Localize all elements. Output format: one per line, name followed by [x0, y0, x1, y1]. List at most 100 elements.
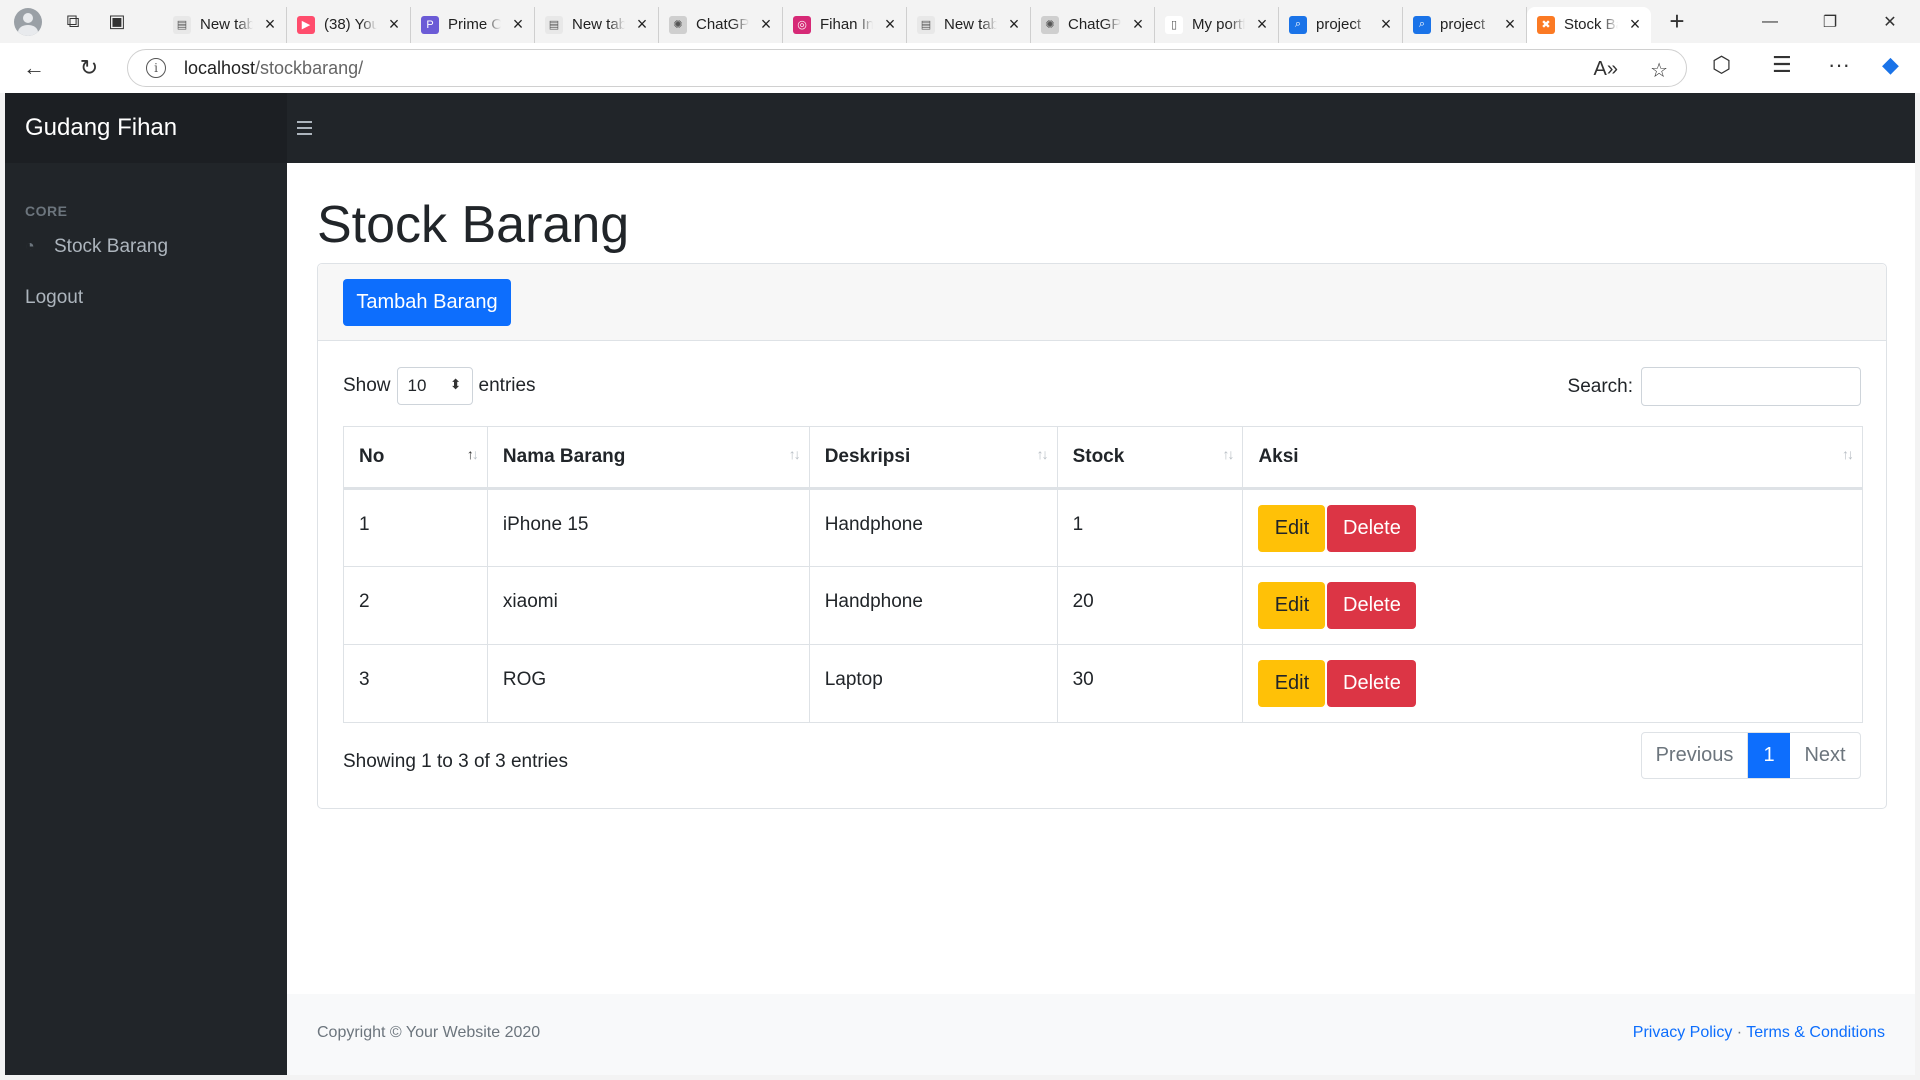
- url-bar[interactable]: i localhost/stockbarang/ A» ☆: [127, 49, 1687, 87]
- footer: Copyright © Your Website 2020 Privacy Po…: [287, 994, 1915, 1075]
- cell-aksi: Edit Delete: [1242, 644, 1863, 723]
- cell-deskripsi: Laptop: [808, 644, 1058, 723]
- close-tab-icon[interactable]: ×: [634, 14, 650, 35]
- stock-card: Tambah Barang Show 10 entries Search: No…: [317, 263, 1887, 809]
- favorite-star-icon[interactable]: ☆: [1650, 58, 1668, 83]
- browser-tab[interactable]: ▯ My portfolio ×: [1155, 6, 1279, 43]
- favorites-icon[interactable]: ☰: [1772, 52, 1792, 78]
- column-header-label: Aksi: [1258, 446, 1299, 467]
- browser-tab[interactable]: ✖ Stock Barang ×: [1527, 6, 1651, 43]
- close-tab-icon[interactable]: ×: [758, 14, 774, 35]
- previous-page-button[interactable]: Previous: [1642, 733, 1748, 778]
- sidebar: CORE ◔ Stock Barang Logout: [5, 163, 287, 1075]
- browser-tab[interactable]: ▤ New tab ×: [163, 6, 287, 43]
- column-header-deskripsi[interactable]: Deskripsi ↑↓: [808, 426, 1058, 490]
- cell-nama-barang: ROG: [486, 644, 810, 723]
- search-icon: ⌕: [1289, 15, 1307, 34]
- edit-button[interactable]: Edit: [1258, 505, 1326, 552]
- browser-tab[interactable]: ◎ Fihan Instagram ×: [783, 6, 907, 43]
- cell-stock: 1: [1056, 488, 1244, 567]
- column-header-label: Deskripsi: [824, 446, 911, 467]
- browser-tab[interactable]: ⌕ project ×: [1279, 6, 1403, 43]
- close-tab-icon[interactable]: ×: [262, 14, 278, 35]
- cell-stock: 30: [1056, 644, 1244, 723]
- add-item-button[interactable]: Tambah Barang: [343, 279, 511, 326]
- site-info-icon[interactable]: i: [146, 58, 166, 78]
- main-content: Stock Barang Tambah Barang Show 10 entri…: [287, 163, 1915, 1075]
- prime-icon: P: [421, 15, 439, 34]
- workspaces-icon[interactable]: ⧉: [60, 9, 86, 35]
- close-tab-icon[interactable]: ×: [1006, 14, 1022, 35]
- more-menu-icon[interactable]: ···: [1828, 52, 1850, 78]
- column-header-nama-barang[interactable]: Nama Barang ↑↓: [486, 426, 810, 490]
- edit-button[interactable]: Edit: [1258, 582, 1326, 629]
- profile-avatar-icon[interactable]: [14, 7, 42, 36]
- close-tab-icon[interactable]: ×: [1502, 14, 1518, 35]
- back-icon[interactable]: ←: [14, 48, 54, 88]
- entries-select-value: 10: [407, 376, 427, 395]
- entries-select[interactable]: 10: [396, 367, 473, 405]
- table-info: Showing 1 to 3 of 3 entries: [343, 751, 568, 772]
- new-tab-button[interactable]: +: [1657, 4, 1697, 40]
- browser-tab[interactable]: ▤ New tab ×: [907, 6, 1031, 43]
- close-tab-icon[interactable]: ×: [510, 14, 526, 35]
- pagination: Previous 1 Next: [1641, 732, 1861, 779]
- column-header-aksi[interactable]: Aksi ↑↓: [1242, 426, 1863, 490]
- entries-length-control: Show 10 entries: [343, 367, 536, 405]
- minimize-icon[interactable]: —: [1740, 0, 1800, 43]
- close-tab-icon[interactable]: ×: [1627, 14, 1643, 35]
- terms-link[interactable]: Terms & Conditions: [1746, 1024, 1885, 1041]
- tab-title: Fihan Instagram: [820, 16, 873, 33]
- refresh-icon[interactable]: ↻: [69, 48, 109, 88]
- copilot-icon[interactable]: ◆: [1882, 52, 1899, 78]
- close-tab-icon[interactable]: ×: [882, 14, 898, 35]
- close-tab-icon[interactable]: ×: [386, 14, 402, 35]
- stock-table: No ↑↓ Nama Barang ↑↓ Deskripsi ↑↓ Stock ↑↓ A…: [343, 426, 1863, 723]
- read-aloud-icon[interactable]: A»: [1594, 58, 1618, 81]
- column-header-label: Stock: [1072, 446, 1125, 467]
- extensions-icon[interactable]: ⬡: [1712, 52, 1731, 78]
- delete-button[interactable]: Delete: [1327, 660, 1417, 707]
- search-input[interactable]: [1641, 367, 1861, 406]
- sort-icon: ↑↓: [466, 446, 479, 462]
- column-header-no[interactable]: No ↑↓: [343, 426, 488, 490]
- cell-nama-barang: xiaomi: [486, 566, 810, 645]
- edit-button[interactable]: Edit: [1258, 660, 1326, 707]
- tab-title: ChatGPT: [696, 16, 749, 33]
- close-tab-icon[interactable]: ×: [1378, 14, 1394, 35]
- browser-tab[interactable]: ▤ New tab ×: [535, 6, 659, 43]
- page-icon: ▤: [173, 15, 191, 34]
- close-window-icon[interactable]: ✕: [1860, 0, 1920, 43]
- page-1-button[interactable]: 1: [1748, 733, 1790, 778]
- browser-tab[interactable]: P Prime Opinion ×: [411, 6, 535, 43]
- tab-actions-icon[interactable]: ▣: [104, 9, 130, 35]
- tab-title: Stock Barang: [1564, 16, 1618, 33]
- browser-tab[interactable]: ✺ ChatGPT ×: [1031, 6, 1155, 43]
- restore-icon[interactable]: ❐: [1800, 0, 1860, 43]
- table-header-row: No ↑↓ Nama Barang ↑↓ Deskripsi ↑↓ Stock ↑↓ A…: [343, 426, 1863, 490]
- sidebar-item-logout[interactable]: Logout: [25, 287, 83, 309]
- browser-tab[interactable]: ▶ (38) YouTube ×: [287, 6, 411, 43]
- delete-button[interactable]: Delete: [1327, 582, 1417, 629]
- brand-title[interactable]: Gudang Fihan: [5, 93, 287, 163]
- browser-tab[interactable]: ⌕ project ×: [1403, 6, 1527, 43]
- sidebar-toggle-icon[interactable]: [297, 113, 327, 143]
- delete-button[interactable]: Delete: [1327, 505, 1417, 552]
- close-tab-icon[interactable]: ×: [1254, 14, 1270, 35]
- privacy-policy-link[interactable]: Privacy Policy: [1633, 1024, 1733, 1041]
- browser-tab[interactable]: ✺ ChatGPT ×: [659, 6, 783, 43]
- card-header: Tambah Barang: [318, 264, 1886, 341]
- sidebar-item-label: Stock Barang: [54, 236, 169, 257]
- page-title: Stock Barang: [317, 196, 630, 254]
- column-header-stock[interactable]: Stock ↑↓: [1056, 426, 1244, 490]
- instagram-icon: ◎: [793, 15, 811, 34]
- page-icon: ▤: [917, 15, 935, 34]
- next-page-button[interactable]: Next: [1790, 733, 1860, 778]
- sort-icon: ↑↓: [1222, 446, 1234, 462]
- url-host: localhost: [184, 57, 256, 78]
- app-window: Gudang Fihan CORE ◔ Stock Barang Logout …: [5, 93, 1915, 1075]
- sidebar-item-stock-barang[interactable]: ◔ Stock Barang: [25, 236, 168, 258]
- close-tab-icon[interactable]: ×: [1130, 14, 1146, 35]
- chatgpt-icon: ✺: [1041, 15, 1059, 34]
- sort-icon: ↑↓: [788, 446, 801, 462]
